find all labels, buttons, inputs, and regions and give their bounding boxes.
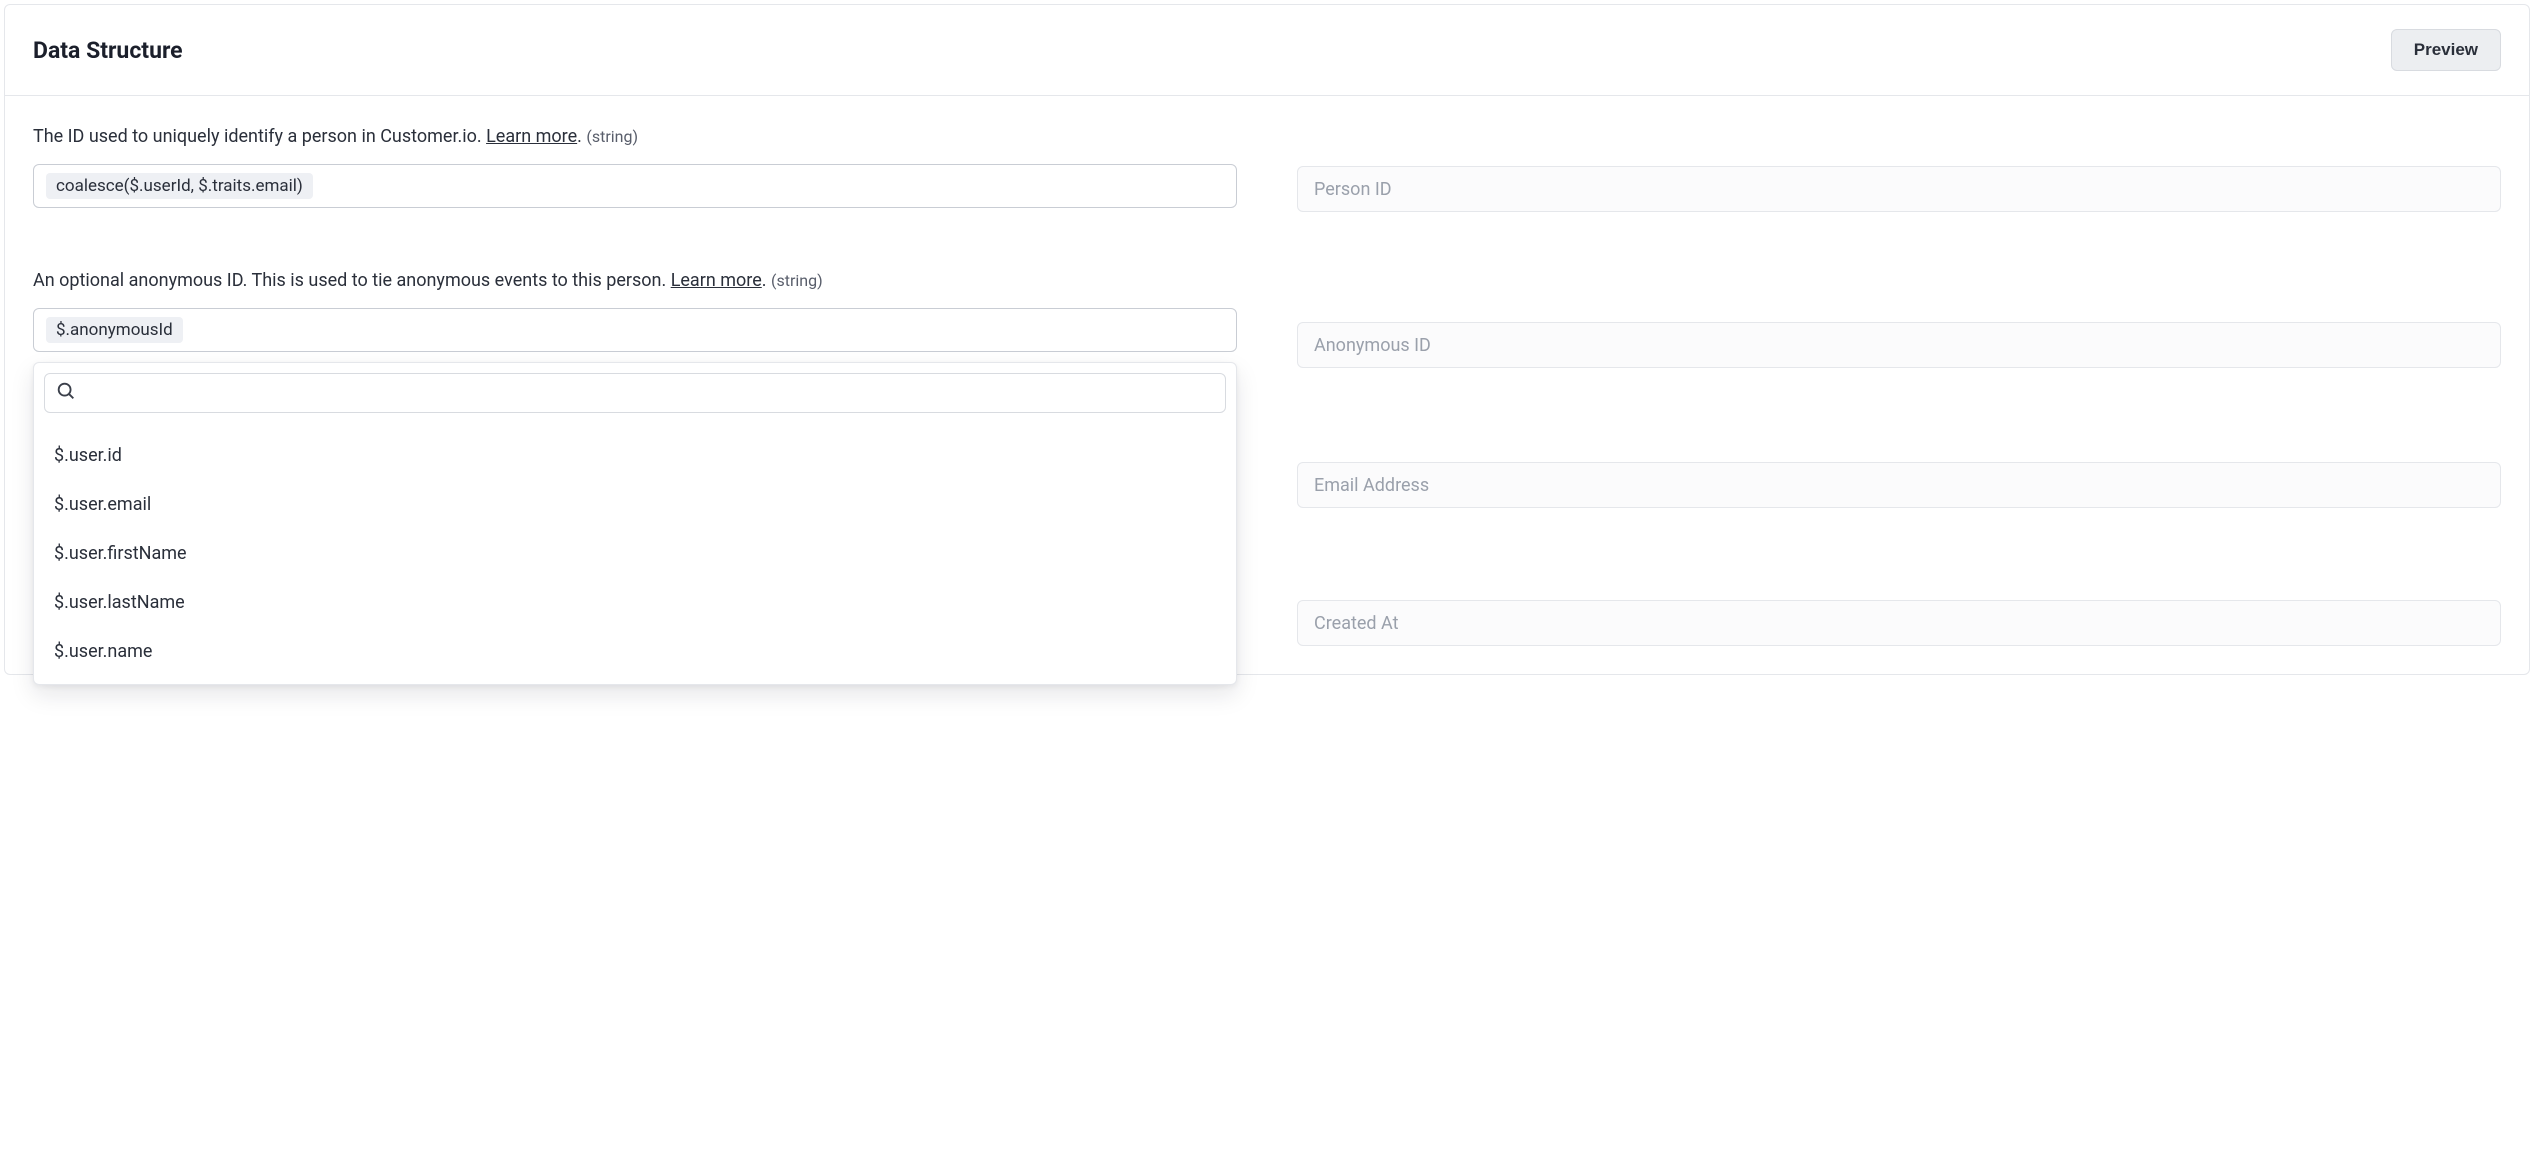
preview-label: Person ID xyxy=(1314,179,1392,200)
preview-person-id: Person ID xyxy=(1297,166,2501,212)
preview-anonymous-id: Anonymous ID xyxy=(1297,322,2501,368)
learn-more-link[interactable]: Learn more xyxy=(486,126,577,147)
preview-email: Email Address xyxy=(1297,462,2501,508)
field-type-hint: (string) xyxy=(771,271,823,290)
dropdown-search[interactable] xyxy=(44,373,1226,413)
field-description: An optional anonymous ID. This is used t… xyxy=(33,268,1237,294)
expression-token: coalesce($.userId, $.traits.email) xyxy=(46,173,313,199)
preview-label: Anonymous ID xyxy=(1314,335,1431,356)
data-structure-panel: Data Structure Preview The ID used to un… xyxy=(4,4,2530,675)
panel-body: The ID used to uniquely identify a perso… xyxy=(5,96,2529,674)
dropdown-option[interactable]: $.user.id xyxy=(44,431,1226,480)
panel-title: Data Structure xyxy=(33,37,183,64)
field-desc-suffix: . xyxy=(577,126,586,147)
field-anonymous-id: An optional anonymous ID. This is used t… xyxy=(33,268,1237,352)
search-icon xyxy=(55,380,77,406)
expression-token: $.anonymousId xyxy=(46,317,183,343)
anonymous-id-expression-input[interactable]: $.anonymousId xyxy=(33,308,1237,352)
field-type-hint: (string) xyxy=(586,127,638,146)
learn-more-link[interactable]: Learn more xyxy=(671,270,762,291)
field-desc-text: An optional anonymous ID. This is used t… xyxy=(33,270,671,291)
dropdown-option[interactable]: $.user.firstName xyxy=(44,529,1226,578)
path-suggestions-dropdown: $.user.id $.user.email $.user.firstName … xyxy=(33,362,1237,685)
preview-label: Email Address xyxy=(1314,475,1429,496)
preview-label: Created At xyxy=(1314,613,1399,634)
dropdown-option[interactable]: $.user.lastName xyxy=(44,578,1226,627)
dropdown-option[interactable]: $.user.name xyxy=(44,627,1226,676)
panel-header: Data Structure Preview xyxy=(5,5,2529,96)
preview-created-at: Created At xyxy=(1297,600,2501,646)
dropdown-list: $.user.id $.user.email $.user.firstName … xyxy=(44,431,1226,676)
field-description: The ID used to uniquely identify a perso… xyxy=(33,124,1237,150)
field-desc-text: The ID used to uniquely identify a perso… xyxy=(33,126,486,147)
dropdown-search-input[interactable] xyxy=(85,383,1215,403)
field-person-id: The ID used to uniquely identify a perso… xyxy=(33,124,1237,208)
preview-button[interactable]: Preview xyxy=(2391,29,2501,71)
dropdown-option[interactable]: $.user.email xyxy=(44,480,1226,529)
field-desc-suffix: . xyxy=(762,270,771,291)
person-id-expression-input[interactable]: coalesce($.userId, $.traits.email) xyxy=(33,164,1237,208)
